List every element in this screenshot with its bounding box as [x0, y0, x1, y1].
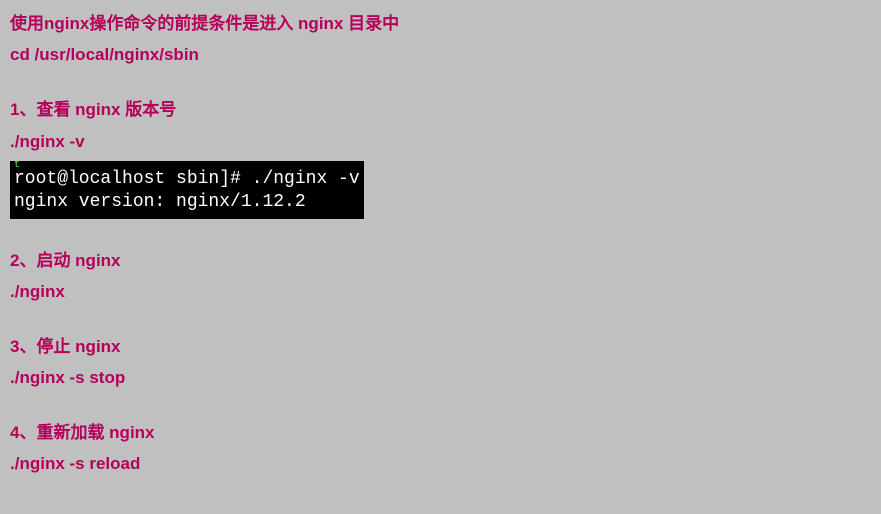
cd-command: cd /usr/local/nginx/sbin	[10, 41, 871, 68]
spacer	[10, 72, 871, 96]
terminal-line-1: root@localhost sbin]# ./nginx -v	[14, 168, 360, 191]
terminal-screenshot: t root@localhost sbin]# ./nginx -v nginx…	[10, 161, 364, 219]
spacer	[10, 309, 871, 333]
spacer	[10, 223, 871, 247]
section-4-title: 4、重新加载 nginx	[10, 419, 871, 446]
section-2-title: 2、启动 nginx	[10, 247, 871, 274]
section-3-title: 3、停止 nginx	[10, 333, 871, 360]
prereq-text: 使用nginx操作命令的前提条件是进入 nginx 目录中	[10, 10, 871, 37]
spacer	[10, 395, 871, 419]
section-4-command: ./nginx -s reload	[10, 450, 871, 477]
section-3-command: ./nginx -s stop	[10, 364, 871, 391]
section-2-command: ./nginx	[10, 278, 871, 305]
section-1-title: 1、查看 nginx 版本号	[10, 96, 871, 123]
section-1-command: ./nginx -v	[10, 128, 871, 155]
terminal-line-2: nginx version: nginx/1.12.2	[14, 191, 360, 214]
